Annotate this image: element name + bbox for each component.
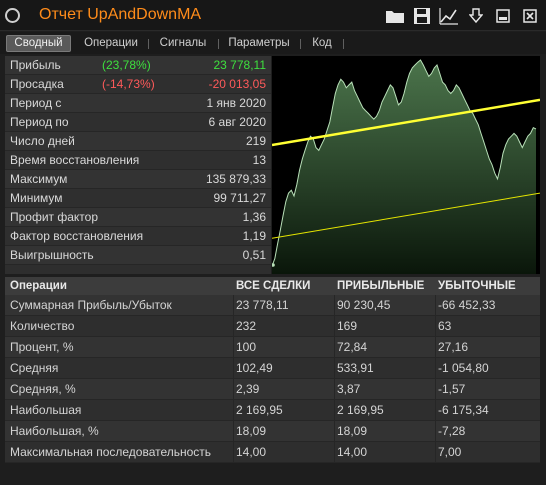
- table-cell: Средняя, %: [10, 382, 76, 396]
- table-cell: Процент, %: [10, 340, 74, 354]
- summary-label: Фактор восстановления: [10, 229, 144, 243]
- header-operations: Операции: [10, 280, 67, 292]
- summary-row: Период по 6 авг 2020: [5, 113, 271, 132]
- table-cell: 63: [438, 319, 452, 333]
- summary-row: Максимум 135 879,33: [5, 170, 271, 189]
- table-cell: Средняя: [10, 361, 59, 375]
- close-icon[interactable]: [518, 5, 542, 27]
- table-cell: 27,16: [438, 340, 469, 354]
- window-title: Отчет UpAndDownMA: [39, 6, 202, 23]
- summary-value: 1,36: [242, 210, 266, 224]
- summary-label: Минимум: [10, 191, 63, 205]
- table-cell: Суммарная Прибыль/Убыток: [10, 298, 172, 312]
- summary-percent: (23,78%): [102, 58, 151, 72]
- summary-label: Период по: [10, 115, 69, 129]
- tab-summary[interactable]: Сводный: [6, 35, 71, 52]
- tab-code[interactable]: Код: [304, 35, 340, 52]
- summary-value: 1 янв 2020: [206, 96, 266, 110]
- summary-label: Число дней: [10, 134, 75, 148]
- summary-label: Профит фактор: [10, 210, 99, 224]
- summary-row: Профит фактор 1,36: [5, 208, 271, 227]
- summary-row: Выигрышность 0,51: [5, 246, 271, 265]
- summary-row: Фактор восстановления 1,19: [5, 227, 271, 246]
- summary-value: -20 013,05: [208, 77, 266, 91]
- operations-header-row: Операции ВСЕ СДЕЛКИ ПРИБЫЛЬНЫЕ УБЫТОЧНЫЕ: [5, 277, 540, 295]
- table-cell: 14,00: [337, 445, 368, 459]
- summary-value: 23 778,11: [213, 58, 267, 72]
- summary-value: 1,19: [242, 229, 266, 243]
- table-cell: 18,09: [337, 424, 368, 438]
- tab-bar: Сводный Операции Сигналы Параметры Код: [0, 32, 546, 54]
- table-cell: 100: [236, 340, 257, 354]
- table-row: Средняя, % 2,39 3,87 -1,57: [5, 379, 540, 400]
- summary-value: 6 авг 2020: [208, 115, 266, 129]
- table-cell: 533,91: [337, 361, 374, 375]
- table-cell: Количество: [10, 319, 75, 333]
- table-cell: -7,28: [438, 424, 466, 438]
- table-cell: Максимальная последовательность: [10, 445, 212, 459]
- table-row: Суммарная Прибыль/Убыток 23 778,11 90 230,…: [5, 295, 540, 316]
- summary-row: Просадка (-14,73%) -20 013,05: [5, 75, 271, 94]
- table-cell: 2 169,95: [337, 403, 384, 417]
- table-cell: 14,00: [236, 445, 267, 459]
- header-profitable: ПРИБЫЛЬНЫЕ: [337, 280, 425, 292]
- table-cell: 7,00: [438, 445, 462, 459]
- summary-label: Максимум: [10, 172, 68, 186]
- table-cell: 23 778,11: [236, 298, 289, 312]
- summary-row: Прибыль (23,78%) 23 778,11: [5, 56, 271, 75]
- header-all-trades: ВСЕ СДЕЛКИ: [236, 280, 311, 292]
- summary-value: 0,51: [242, 248, 266, 262]
- table-row: Наибольшая 2 169,95 2 169,95 -6 175,34: [5, 400, 540, 421]
- summary-label: Период с: [10, 96, 62, 110]
- folder-icon[interactable]: [383, 5, 407, 27]
- table-cell: -6 175,34: [438, 403, 489, 417]
- download-icon[interactable]: [464, 5, 488, 27]
- table-row: Количество 232 169 63: [5, 316, 540, 337]
- table-cell: 102,49: [236, 361, 273, 375]
- summary-value: 99 711,27: [213, 191, 267, 205]
- table-cell: 72,84: [337, 340, 368, 354]
- title-bar: Отчет UpAndDownMA: [0, 0, 546, 31]
- summary-label: Выигрышность: [10, 248, 94, 262]
- table-cell: Наибольшая: [10, 403, 82, 417]
- summary-label: Просадка: [10, 77, 64, 91]
- summary-row: Число дней 219: [5, 132, 271, 151]
- table-cell: 3,87: [337, 382, 361, 396]
- summary-value: 13: [252, 153, 266, 167]
- tab-parameters[interactable]: Параметры: [222, 35, 296, 52]
- tab-signals[interactable]: Сигналы: [152, 35, 214, 52]
- table-cell: 18,09: [236, 424, 267, 438]
- summary-label: Прибыль: [10, 58, 61, 72]
- summary-value: 219: [245, 134, 266, 148]
- table-cell: -1 054,80: [438, 361, 489, 375]
- table-cell: Наибольшая, %: [10, 424, 99, 438]
- save-icon[interactable]: [410, 5, 434, 27]
- equity-chart-svg: [272, 59, 540, 274]
- summary-row: Период с 1 янв 2020: [5, 94, 271, 113]
- table-cell: 2 169,95: [236, 403, 283, 417]
- summary-row: Минимум 99 711,27: [5, 189, 271, 208]
- table-cell: -66 452,33: [438, 298, 496, 312]
- table-cell: 169: [337, 319, 358, 333]
- table-cell: 90 230,45: [337, 298, 391, 312]
- equity-chart: [272, 56, 540, 274]
- summary-row: Время восстановления 13: [5, 151, 271, 170]
- summary-value: 135 879,33: [205, 172, 266, 186]
- summary-percent: (-14,73%): [102, 77, 155, 91]
- summary-table: Прибыль (23,78%) 23 778,11 Просадка (-14,73%…: [5, 56, 271, 274]
- window-menu-icon[interactable]: [5, 8, 20, 23]
- header-losing: УБЫТОЧНЫЕ: [438, 280, 516, 292]
- table-cell: 2,39: [236, 382, 260, 396]
- table-row: Средняя 102,49 533,91 -1 054,80: [5, 358, 540, 379]
- table-row: Наибольшая, % 18,09 18,09 -7,28: [5, 421, 540, 442]
- table-row: Максимальная последовательность 14,00 14,0…: [5, 442, 540, 463]
- operations-table: Операции ВСЕ СДЕЛКИ ПРИБЫЛЬНЫЕ УБЫТОЧНЫЕ…: [5, 277, 540, 463]
- table-row: Процент, % 100 72,84 27,16: [5, 337, 540, 358]
- chart-export-icon[interactable]: [437, 5, 461, 27]
- table-cell: -1,57: [438, 382, 466, 396]
- summary-label: Время восстановления: [10, 153, 140, 167]
- tab-operations[interactable]: Операции: [78, 35, 144, 52]
- table-cell: 232: [236, 319, 257, 333]
- minimize-icon[interactable]: [491, 5, 515, 27]
